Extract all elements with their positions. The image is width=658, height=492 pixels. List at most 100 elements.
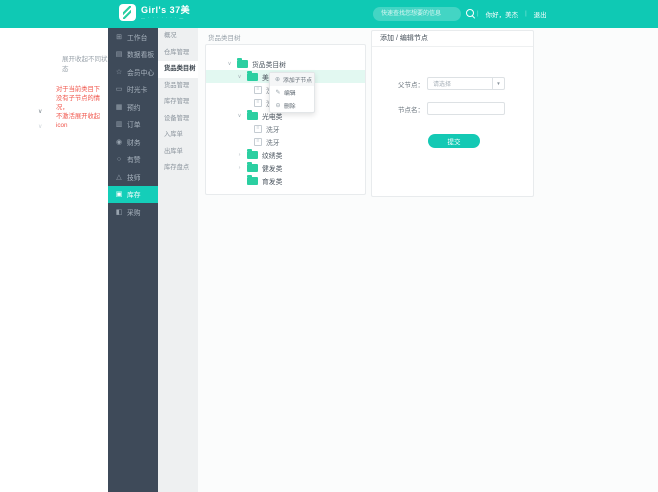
folder-icon (247, 112, 258, 120)
context-menu-edit[interactable]: ✎ 编辑 (270, 86, 314, 99)
caret-inactive-icon: ∨ (38, 123, 42, 130)
submenu-item-goods[interactable]: 货品管理 (158, 78, 198, 95)
edit-icon: ✎ (275, 89, 281, 96)
chevron-down-icon[interactable]: ▼ (492, 78, 504, 89)
sidebar-item-youzan[interactable]: ○ 有赞 (108, 151, 158, 169)
tree-leaf-label: 洗牙 (266, 124, 280, 134)
submenu-item-category-tree[interactable]: 货品类目树 (158, 61, 198, 78)
submenu-item-stocktake[interactable]: 库存盘点 (158, 160, 198, 177)
warning-line: 不激活展开收起icon (56, 112, 108, 130)
folder-icon (247, 164, 258, 172)
search-icon[interactable] (466, 9, 476, 19)
breadcrumb: 货品类目树 (208, 32, 241, 42)
submenu-item-equipment[interactable]: 设备管理 (158, 111, 198, 128)
sidebar-item-technician[interactable]: △ 技师 (108, 168, 158, 186)
main-sidebar: ⊞ 工作台 ▤ 数据看板 ☆ 会员中心 ▭ 时光卡 ▦ 预约 ▥ 订单 ◉ 财务… (108, 28, 158, 492)
sidebar-item-label: 采购 (127, 207, 141, 217)
item-icon (254, 99, 262, 107)
order-icon: ▥ (115, 120, 123, 128)
tree-node-root[interactable]: ∨ 货品类目树 (206, 57, 365, 70)
technician-icon: △ (115, 173, 123, 181)
sidebar-item-workbench[interactable]: ⊞ 工作台 (108, 28, 158, 46)
search-input[interactable] (373, 7, 461, 21)
purchase-icon: ◧ (115, 208, 123, 216)
tree-node-tattoo[interactable]: › 纹绣类 (206, 148, 365, 161)
submenu-item-overview[interactable]: 概况 (158, 28, 198, 45)
sidebar-item-label: 数据看板 (127, 49, 154, 59)
sidebar-item-booking[interactable]: ▦ 预约 (108, 98, 158, 116)
app-title: Girl's 37美 (141, 5, 190, 15)
folder-icon (237, 60, 248, 68)
sidebar-item-dashboard[interactable]: ▤ 数据看板 (108, 46, 158, 64)
caret-state-samples: ∨ ∨ (38, 108, 42, 130)
context-menu-add-child[interactable]: ⊕ 添加子节点 (270, 73, 314, 86)
chevron-down-icon[interactable]: ∨ (226, 61, 233, 67)
node-name-label: 节点名： (372, 104, 424, 114)
divider: | (477, 11, 479, 17)
tree-node-label: 健发类 (262, 163, 282, 173)
category-tree: ∨ 货品类目树 ∨ 美甲类 洗牙 洗牙 ∨ 光电类 (206, 45, 365, 187)
add-edit-node-panel: 添加 / 编辑节点 父节点： 请选择 ▼ 节点名： 提交 (371, 30, 534, 197)
sidebar-item-purchase[interactable]: ◧ 采购 (108, 203, 158, 221)
divider: | (525, 11, 527, 17)
header-user-area: | 你好，美杰 | 退出 (477, 0, 547, 28)
tree-node-label: 育发类 (262, 176, 282, 186)
card-icon: ▭ (115, 85, 123, 93)
chevron-down-icon[interactable]: ∨ (236, 113, 243, 119)
sidebar-item-inventory[interactable]: ▣ 库存 (108, 186, 158, 204)
dashboard-icon: ▤ (115, 50, 123, 58)
sidebar-item-members[interactable]: ☆ 会员中心 (108, 63, 158, 81)
parent-node-select[interactable]: 请选择 ▼ (427, 77, 505, 90)
context-menu-delete[interactable]: ⊖ 删除 (270, 99, 314, 112)
submenu-item-inbound[interactable]: 入库单 (158, 127, 198, 144)
folder-icon (247, 177, 258, 185)
member-icon: ☆ (115, 68, 123, 76)
item-icon (254, 86, 262, 94)
submenu-item-warehouse[interactable]: 仓库管理 (158, 45, 198, 62)
sidebar-item-timecard[interactable]: ▭ 时光卡 (108, 81, 158, 99)
finance-icon: ◉ (115, 138, 123, 146)
node-name-input[interactable] (427, 102, 505, 115)
item-icon (254, 138, 262, 146)
inventory-icon: ▣ (115, 190, 123, 198)
context-menu-label: 添加子节点 (283, 75, 312, 84)
sidebar-item-label: 预约 (127, 102, 141, 112)
chevron-down-icon[interactable]: ∨ (236, 74, 243, 80)
panel-title: 添加 / 编辑节点 (372, 31, 533, 47)
folder-icon (247, 73, 258, 81)
chevron-right-icon[interactable]: › (236, 165, 243, 171)
parent-node-row: 父节点： 请选择 ▼ (372, 77, 505, 90)
app-tagline: — · · · · · · · — (141, 15, 190, 20)
calendar-icon: ▦ (115, 103, 123, 111)
submenu-item-stock[interactable]: 库存管理 (158, 94, 198, 111)
delete-icon: ⊖ (275, 102, 281, 109)
sidebar-item-finance[interactable]: ◉ 财务 (108, 133, 158, 151)
item-icon (254, 125, 262, 133)
context-menu-label: 删除 (284, 101, 296, 110)
tree-leaf[interactable]: 洗牙 (206, 122, 365, 135)
inventory-submenu: 概况 仓库管理 货品类目树 货品管理 库存管理 设备管理 入库单 出库单 库存盘… (158, 28, 198, 492)
sidebar-item-label: 技师 (127, 172, 141, 182)
sidebar-item-label: 财务 (127, 137, 141, 147)
submenu-item-outbound[interactable]: 出库单 (158, 144, 198, 161)
submit-button[interactable]: 提交 (428, 134, 480, 148)
chevron-right-icon[interactable]: › (236, 152, 243, 158)
sidebar-item-label: 工作台 (127, 32, 147, 42)
category-tree-panel: ∨ 货品类目树 ∨ 美甲类 洗牙 洗牙 ∨ 光电类 (205, 44, 366, 195)
design-annotation-gutter: 展开收起不同状态 ∨ ∨ 对于当前类目下 没有子节点的情况， 不激活展开收起ic… (0, 28, 108, 492)
tree-context-menu: ⊕ 添加子节点 ✎ 编辑 ⊖ 删除 (269, 72, 315, 113)
tree-node-hairgrowth[interactable]: 育发类 (206, 174, 365, 187)
sidebar-item-orders[interactable]: ▥ 订单 (108, 116, 158, 134)
sidebar-item-label: 订单 (127, 119, 141, 129)
warning-line: 没有子节点的情况， (56, 94, 108, 112)
caret-expanded-icon: ∨ (38, 108, 42, 115)
app-header: Girl's 37美 — · · · · · · · — | 你好，美杰 | 退… (0, 0, 658, 28)
sidebar-item-label: 库存 (127, 189, 141, 199)
sidebar-item-label: 会员中心 (127, 67, 154, 77)
user-greeting[interactable]: 你好，美杰 (486, 9, 519, 19)
logout-link[interactable]: 退出 (534, 9, 547, 19)
tree-leaf-label: 洗牙 (266, 137, 280, 147)
tree-node-haircare[interactable]: › 健发类 (206, 161, 365, 174)
context-menu-label: 编辑 (284, 88, 296, 97)
tree-leaf[interactable]: 洗牙 (206, 135, 365, 148)
